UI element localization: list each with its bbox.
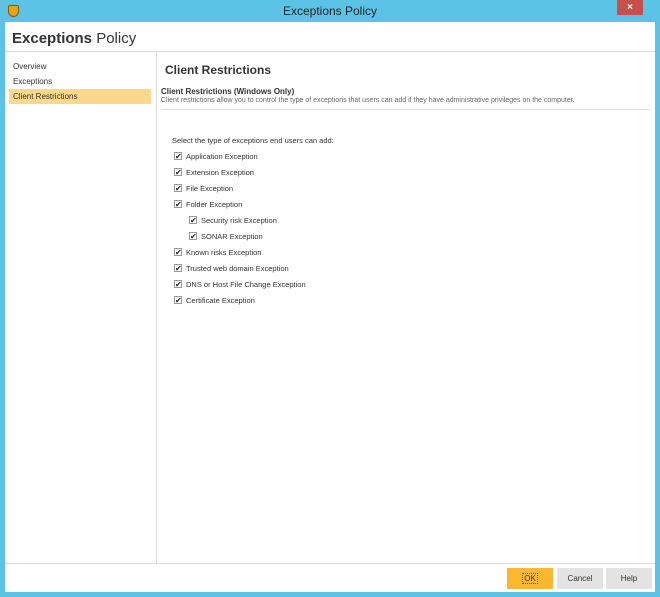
- option-row: ✔ Security risk Exception: [189, 212, 306, 228]
- option-label: Known risks Exception: [186, 247, 262, 257]
- ok-button[interactable]: OK: [507, 568, 553, 589]
- checkbox[interactable]: ✔: [174, 200, 182, 209]
- option-row: ✔ DNS or Host File Change Exception: [174, 276, 306, 292]
- option-label: DNS or Host File Change Exception: [186, 279, 306, 289]
- page-title-bold: Exceptions: [12, 30, 93, 47]
- sidebar-item-overview[interactable]: Overview: [9, 59, 151, 74]
- option-row: ✔ Trusted web domain Exception: [174, 260, 306, 276]
- checkbox[interactable]: ✔: [189, 232, 197, 241]
- page-title: Exceptions Policy: [12, 30, 136, 47]
- checkbox[interactable]: ✔: [174, 152, 182, 161]
- help-button[interactable]: Help: [606, 568, 652, 589]
- option-label: Security risk Exception: [201, 215, 277, 225]
- option-label: Application Exception: [186, 151, 258, 161]
- title-bar: Exceptions Policy ×: [0, 0, 660, 22]
- option-row: ✔ Folder Exception: [174, 196, 306, 212]
- sidebar-item-client-restrictions[interactable]: Client Restrictions: [9, 89, 151, 104]
- window-title: Exceptions Policy: [282, 4, 378, 18]
- dialog: Exceptions Policy Overview Exceptions Cl…: [5, 22, 655, 592]
- checkbox[interactable]: ✔: [174, 168, 182, 177]
- header: Exceptions Policy: [5, 22, 655, 52]
- section-description: Client restrictions allow you to control…: [161, 97, 575, 104]
- options-list: ✔ Application Exception ✔ Extension Excepti…: [174, 148, 306, 308]
- options-prompt: Select the type of exceptions end users …: [172, 136, 334, 145]
- option-row: ✔ Certificate Exception: [174, 292, 306, 308]
- checkbox[interactable]: ✔: [174, 280, 182, 289]
- content: Client Restrictions Client Restrictions …: [158, 53, 655, 563]
- sidebar: Overview Exceptions Client Restrictions: [5, 53, 157, 563]
- option-label: SONAR Exception: [201, 231, 263, 241]
- option-label: Extension Exception: [186, 167, 254, 177]
- close-button[interactable]: ×: [617, 0, 643, 15]
- option-label: Certificate Exception: [186, 295, 255, 305]
- option-row: ✔ File Exception: [174, 180, 306, 196]
- sidebar-item-exceptions[interactable]: Exceptions: [9, 74, 151, 89]
- content-heading: Client Restrictions: [165, 63, 272, 77]
- checkbox[interactable]: ✔: [189, 216, 197, 225]
- option-label: Trusted web domain Exception: [186, 263, 289, 273]
- cancel-button[interactable]: Cancel: [557, 568, 603, 589]
- option-row: ✔ Application Exception: [174, 148, 306, 164]
- option-row: ✔ Known risks Exception: [174, 244, 306, 260]
- checkbox[interactable]: ✔: [174, 264, 182, 273]
- option-row: ✔ Extension Exception: [174, 164, 306, 180]
- option-row: ✔ SONAR Exception: [189, 228, 306, 244]
- divider: [161, 109, 650, 110]
- ok-label: OK: [522, 573, 538, 584]
- section-title: Client Restrictions (Windows Only): [161, 87, 295, 96]
- checkbox[interactable]: ✔: [174, 248, 182, 257]
- checkbox[interactable]: ✔: [174, 184, 182, 193]
- option-label: Folder Exception: [186, 199, 243, 209]
- option-label: File Exception: [186, 183, 234, 193]
- page-title-rest: Policy: [96, 30, 137, 47]
- footer: OK Cancel Help: [5, 563, 655, 592]
- checkbox[interactable]: ✔: [174, 296, 182, 305]
